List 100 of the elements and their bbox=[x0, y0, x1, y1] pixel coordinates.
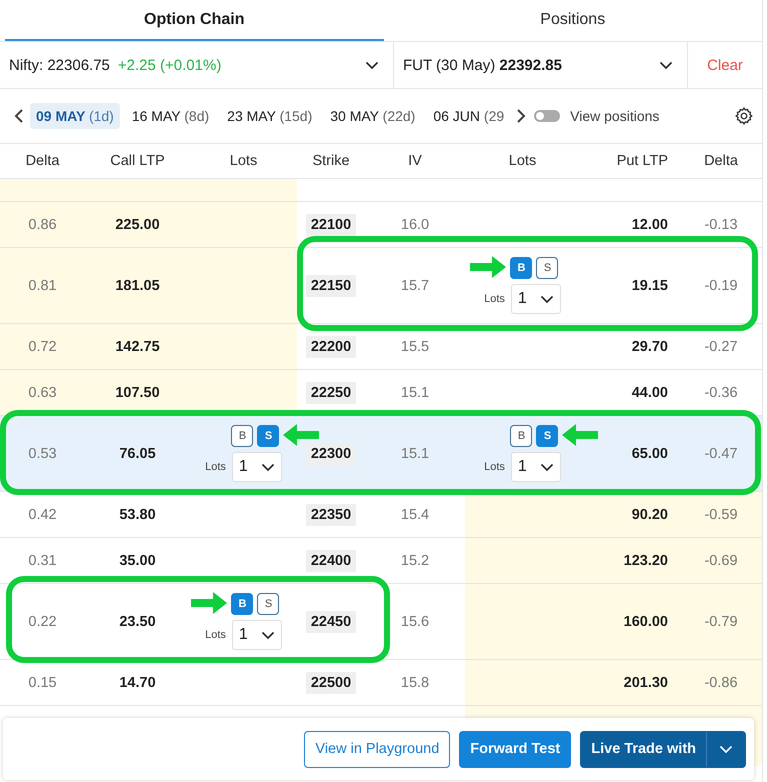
lots-label: Lots bbox=[484, 293, 505, 305]
lots-select[interactable]: 1 bbox=[510, 284, 561, 314]
delta-value: -0.13 bbox=[704, 216, 738, 232]
iv-value: 15.5 bbox=[400, 338, 430, 354]
ltp-value: 90.20 bbox=[632, 506, 668, 522]
buy-button[interactable]: B bbox=[510, 257, 532, 279]
delta-value: 0.15 bbox=[28, 674, 57, 690]
strike-price: 22200 bbox=[306, 336, 356, 358]
price-change: +2.25 (+0.01%) bbox=[118, 56, 222, 74]
buy-button[interactable]: B bbox=[231, 593, 254, 615]
future-price: FUT (30 May) 22392.85 bbox=[403, 56, 562, 74]
sell-button[interactable]: S bbox=[257, 593, 280, 615]
iv-value: 15.1 bbox=[400, 384, 430, 400]
strike-price: 22300 bbox=[306, 442, 356, 464]
future-dropdown[interactable]: FUT (30 May) 22392.85 bbox=[394, 42, 688, 88]
ltp-value: 181.05 bbox=[115, 278, 160, 294]
lots-select[interactable]: 1 bbox=[510, 452, 561, 482]
iv-value: 15.1 bbox=[400, 446, 430, 462]
delta-value: 0.53 bbox=[28, 446, 57, 462]
delta-value: 0.81 bbox=[28, 278, 57, 294]
ltp-value: 19.15 bbox=[632, 278, 668, 294]
caret-icon bbox=[719, 744, 733, 754]
ltp-value: 53.80 bbox=[119, 506, 156, 522]
delta-value: 0.86 bbox=[28, 216, 57, 232]
settings-icon[interactable] bbox=[734, 106, 754, 126]
ltp-value: 14.70 bbox=[119, 674, 156, 690]
chevron-icon bbox=[540, 462, 554, 472]
ltp-value: 107.50 bbox=[115, 384, 160, 400]
ltp-value: 76.05 bbox=[119, 446, 156, 462]
delta-value: -0.27 bbox=[704, 338, 738, 354]
expiry-tab[interactable]: 30 MAY (22d) bbox=[324, 103, 422, 129]
iv-value: 15.7 bbox=[400, 278, 430, 294]
clear-button[interactable]: Clear bbox=[688, 42, 762, 88]
ltp-value: 201.30 bbox=[624, 674, 668, 690]
lots-select[interactable]: 1 bbox=[232, 620, 282, 650]
delta-value: -0.86 bbox=[704, 674, 738, 690]
column-header: IV bbox=[407, 153, 423, 169]
delta-value: -0.59 bbox=[704, 506, 738, 522]
column-header: Lots bbox=[228, 153, 258, 169]
delta-value: 0.72 bbox=[28, 338, 57, 354]
delta-value: -0.19 bbox=[704, 278, 738, 294]
delta-value: -0.69 bbox=[704, 552, 738, 568]
column-header: Delta bbox=[24, 153, 60, 169]
delta-value: 0.63 bbox=[28, 384, 57, 400]
expiry-tab[interactable]: 06 JUN (29 bbox=[427, 103, 510, 129]
toggle-switch[interactable] bbox=[534, 110, 560, 122]
chevron-icon bbox=[540, 294, 554, 304]
chevron-icon bbox=[260, 630, 275, 640]
delta-value: 0.31 bbox=[28, 552, 57, 568]
iv-value: 15.4 bbox=[400, 506, 430, 522]
strike-price: 22400 bbox=[306, 550, 356, 572]
strike-price: 22350 bbox=[306, 504, 356, 526]
expiry-tab[interactable]: 16 MAY (8d) bbox=[126, 103, 216, 129]
next-icon[interactable] bbox=[516, 109, 526, 123]
lots-label: Lots bbox=[205, 461, 226, 473]
ltp-value: 35.00 bbox=[119, 552, 156, 568]
ltp-value: 29.70 bbox=[632, 338, 668, 354]
chevron-icon bbox=[365, 60, 379, 70]
playground-button[interactable]: View in Playground bbox=[304, 730, 450, 768]
index-dropdown[interactable]: Nifty: 22306.75 +2.25 (+0.01%) bbox=[0, 42, 394, 88]
forward-test-button[interactable]: Forward Test bbox=[459, 730, 572, 768]
iv-value: 15.8 bbox=[400, 674, 430, 690]
buy-button[interactable]: B bbox=[231, 425, 254, 447]
ltp-value: 65.00 bbox=[632, 446, 668, 462]
previous-icon[interactable] bbox=[14, 109, 24, 123]
sell-button[interactable]: S bbox=[536, 257, 558, 279]
chevron-icon bbox=[260, 462, 275, 472]
lots-label: Lots bbox=[484, 461, 505, 473]
ltp-value: 12.00 bbox=[632, 216, 668, 232]
tab[interactable]: Option Chain bbox=[5, 0, 384, 41]
index-price: Nifty: 22306.75 bbox=[9, 56, 110, 74]
lots-select[interactable]: 1 bbox=[232, 452, 282, 482]
strike-price: 22500 bbox=[306, 672, 356, 694]
column-header: Call LTP bbox=[109, 153, 166, 169]
live-trade-button[interactable]: Live Trade with bbox=[580, 730, 746, 768]
iv-value: 15.2 bbox=[400, 552, 430, 568]
ltp-value: 23.50 bbox=[119, 614, 156, 630]
delta-value: 0.42 bbox=[28, 506, 57, 522]
iv-value: 15.6 bbox=[400, 614, 430, 630]
column-header: Lots bbox=[508, 153, 538, 169]
lots-label: Lots bbox=[205, 629, 226, 641]
sell-button[interactable]: S bbox=[536, 425, 558, 447]
expiry-tab[interactable]: 23 MAY (15d) bbox=[221, 103, 318, 129]
delta-value: -0.36 bbox=[704, 384, 738, 400]
delta-value: -0.79 bbox=[704, 614, 738, 630]
column-header: Put LTP bbox=[616, 153, 669, 169]
ltp-value: 160.00 bbox=[624, 614, 668, 630]
delta-value: 0.22 bbox=[28, 614, 57, 630]
column-header: Strike bbox=[311, 153, 351, 169]
delta-value: -0.47 bbox=[704, 446, 738, 462]
chevron-icon bbox=[659, 60, 673, 70]
expiry-tab[interactable]: 09 MAY (1d) bbox=[30, 103, 120, 129]
strike-price: 22100 bbox=[306, 214, 356, 236]
buy-button[interactable]: B bbox=[510, 425, 532, 447]
column-header: Delta bbox=[703, 153, 739, 169]
sell-button[interactable]: S bbox=[257, 425, 280, 447]
ltp-value: 123.20 bbox=[624, 552, 668, 568]
tab[interactable]: Positions bbox=[384, 0, 762, 41]
strike-price: 22250 bbox=[306, 382, 356, 404]
strike-price: 22450 bbox=[306, 610, 356, 632]
